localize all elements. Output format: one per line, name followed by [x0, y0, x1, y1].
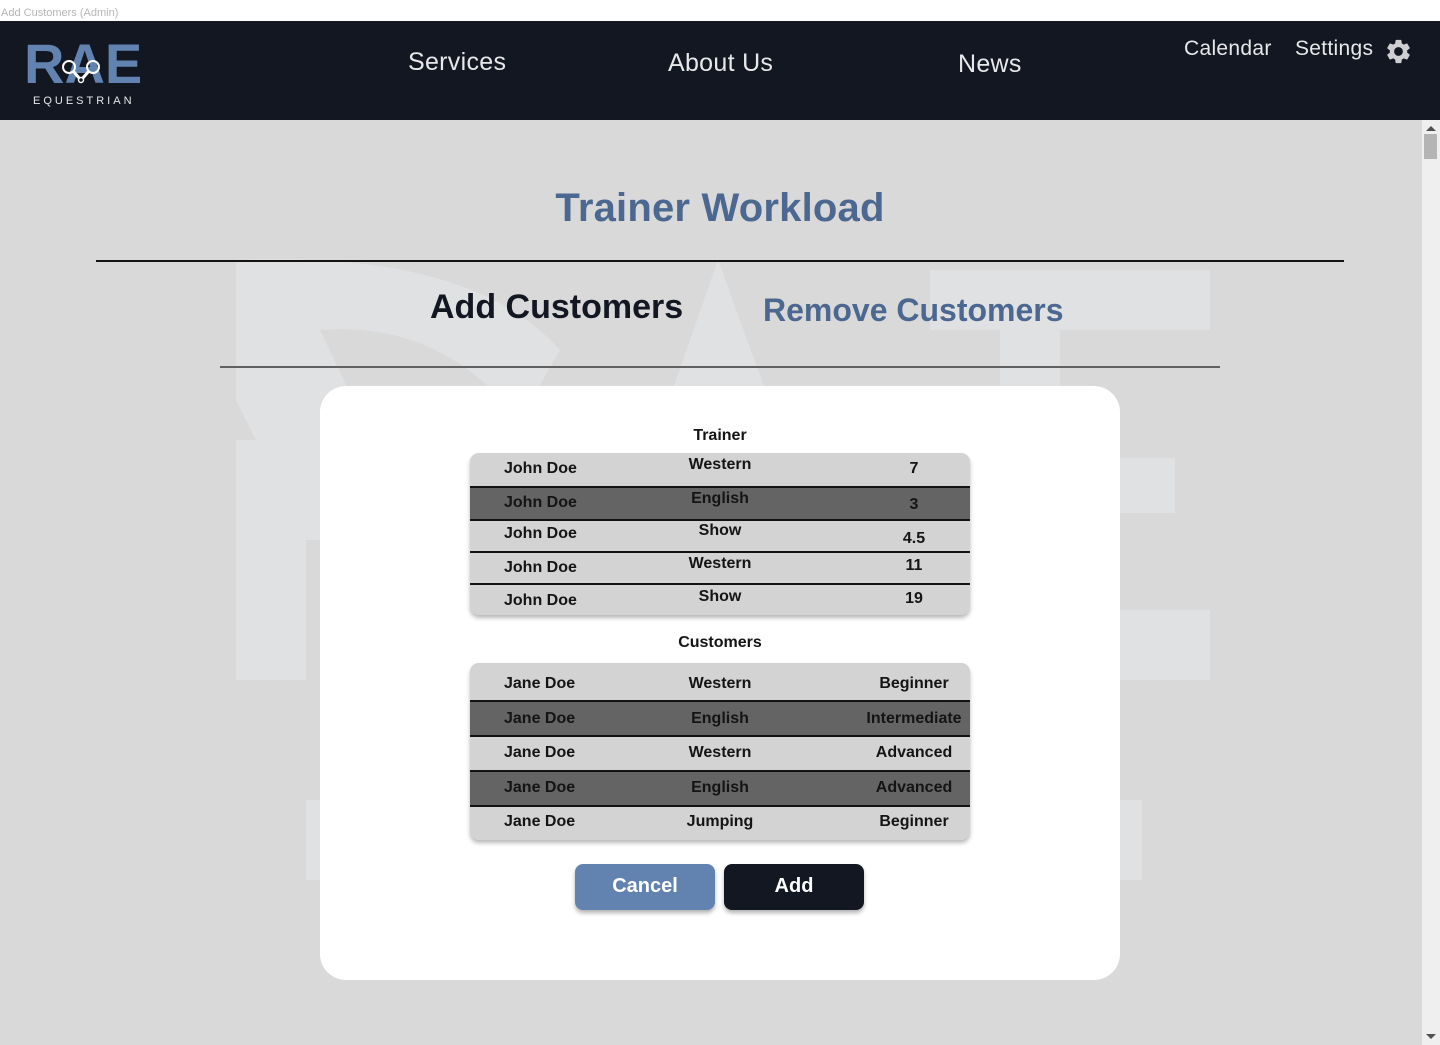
add-button[interactable]: Add: [724, 864, 864, 910]
customer-level: Intermediate: [866, 710, 962, 727]
rae-equestrian-logo[interactable]: RAE EQUESTRIAN: [22, 33, 140, 109]
cancel-button[interactable]: Cancel: [575, 864, 715, 910]
svg-text:RAE: RAE: [24, 33, 140, 95]
nav-services[interactable]: Services: [408, 48, 506, 77]
scroll-down-arrow-icon[interactable]: [1426, 1034, 1436, 1039]
customer-name: Jane Doe: [504, 675, 576, 692]
tabs-divider: [220, 366, 1220, 368]
customer-level: Advanced: [875, 779, 953, 796]
customer-discipline: English: [691, 779, 749, 796]
customers-table: Jane Doe Western Beginner Jane Doe Engli…: [470, 663, 970, 840]
trainer-workload: 11: [905, 557, 923, 574]
table-row[interactable]: Jane Doe English Advanced: [470, 770, 970, 806]
customer-level: Beginner: [879, 813, 949, 830]
customer-name: Jane Doe: [504, 779, 576, 796]
trainer-name: John Doe: [504, 525, 577, 542]
customer-level: Advanced: [875, 744, 953, 761]
table-row[interactable]: John Doe English 3: [470, 486, 970, 520]
trainer-name: John Doe: [504, 494, 577, 511]
customer-name: Jane Doe: [504, 813, 576, 830]
trainer-workload: 4.5: [902, 530, 926, 547]
table-row[interactable]: Jane Doe English Intermediate: [470, 700, 970, 736]
customer-name: Jane Doe: [504, 710, 576, 727]
customers-section-label: Customers: [678, 634, 762, 651]
svg-text:EQUESTRIAN: EQUESTRIAN: [33, 95, 135, 107]
vertical-scrollbar[interactable]: [1422, 120, 1440, 1045]
trainer-discipline: Show: [698, 522, 742, 539]
customer-discipline: Jumping: [686, 813, 754, 830]
nav-news[interactable]: News: [958, 50, 1022, 79]
table-row[interactable]: John Doe Show 4.5: [470, 519, 970, 552]
gear-icon[interactable]: [1384, 37, 1413, 66]
customer-discipline: English: [691, 710, 749, 727]
trainer-discipline: English: [691, 490, 749, 507]
scroll-thumb[interactable]: [1424, 134, 1437, 159]
table-row[interactable]: Jane Doe Jumping Beginner: [470, 805, 970, 840]
nav-calendar[interactable]: Calendar: [1184, 37, 1272, 61]
trainer-name: John Doe: [504, 559, 577, 576]
table-row[interactable]: John Doe Western 7: [470, 453, 970, 487]
customer-discipline: Western: [688, 675, 752, 692]
page-title: Trainer Workload: [555, 186, 885, 230]
trainer-discipline: Western: [688, 555, 752, 572]
tab-remove-customers[interactable]: Remove Customers: [763, 292, 1064, 329]
trainer-workload: 3: [909, 496, 919, 513]
trainer-workload: 7: [909, 460, 919, 477]
tab-add-customers[interactable]: Add Customers: [430, 288, 683, 327]
table-row[interactable]: John Doe Western 11: [470, 551, 970, 584]
table-row[interactable]: Jane Doe Western Beginner: [470, 663, 970, 701]
nav-about-us[interactable]: About Us: [668, 49, 773, 78]
window-title: Add Customers (Admin): [0, 0, 1440, 21]
customer-discipline: Western: [688, 744, 752, 761]
nav-settings[interactable]: Settings: [1295, 37, 1373, 61]
trainer-section-label: Trainer: [693, 427, 747, 444]
table-row[interactable]: Jane Doe Western Advanced: [470, 735, 970, 771]
customer-name: Jane Doe: [504, 744, 576, 761]
trainer-discipline: Western: [688, 456, 752, 473]
customer-level: Beginner: [879, 675, 949, 692]
trainer-name: John Doe: [504, 592, 577, 609]
trainer-table: John Doe Western 7 John Doe English 3 Jo…: [470, 453, 970, 615]
table-row[interactable]: John Doe Show 19: [470, 583, 970, 615]
scroll-up-arrow-icon[interactable]: [1426, 126, 1436, 131]
top-navbar: RAE EQUESTRIAN Services About Us News Ca…: [0, 21, 1440, 120]
trainer-discipline: Show: [698, 588, 742, 605]
trainer-workload: 19: [905, 590, 923, 607]
trainer-name: John Doe: [504, 460, 577, 477]
title-divider: [96, 260, 1344, 262]
